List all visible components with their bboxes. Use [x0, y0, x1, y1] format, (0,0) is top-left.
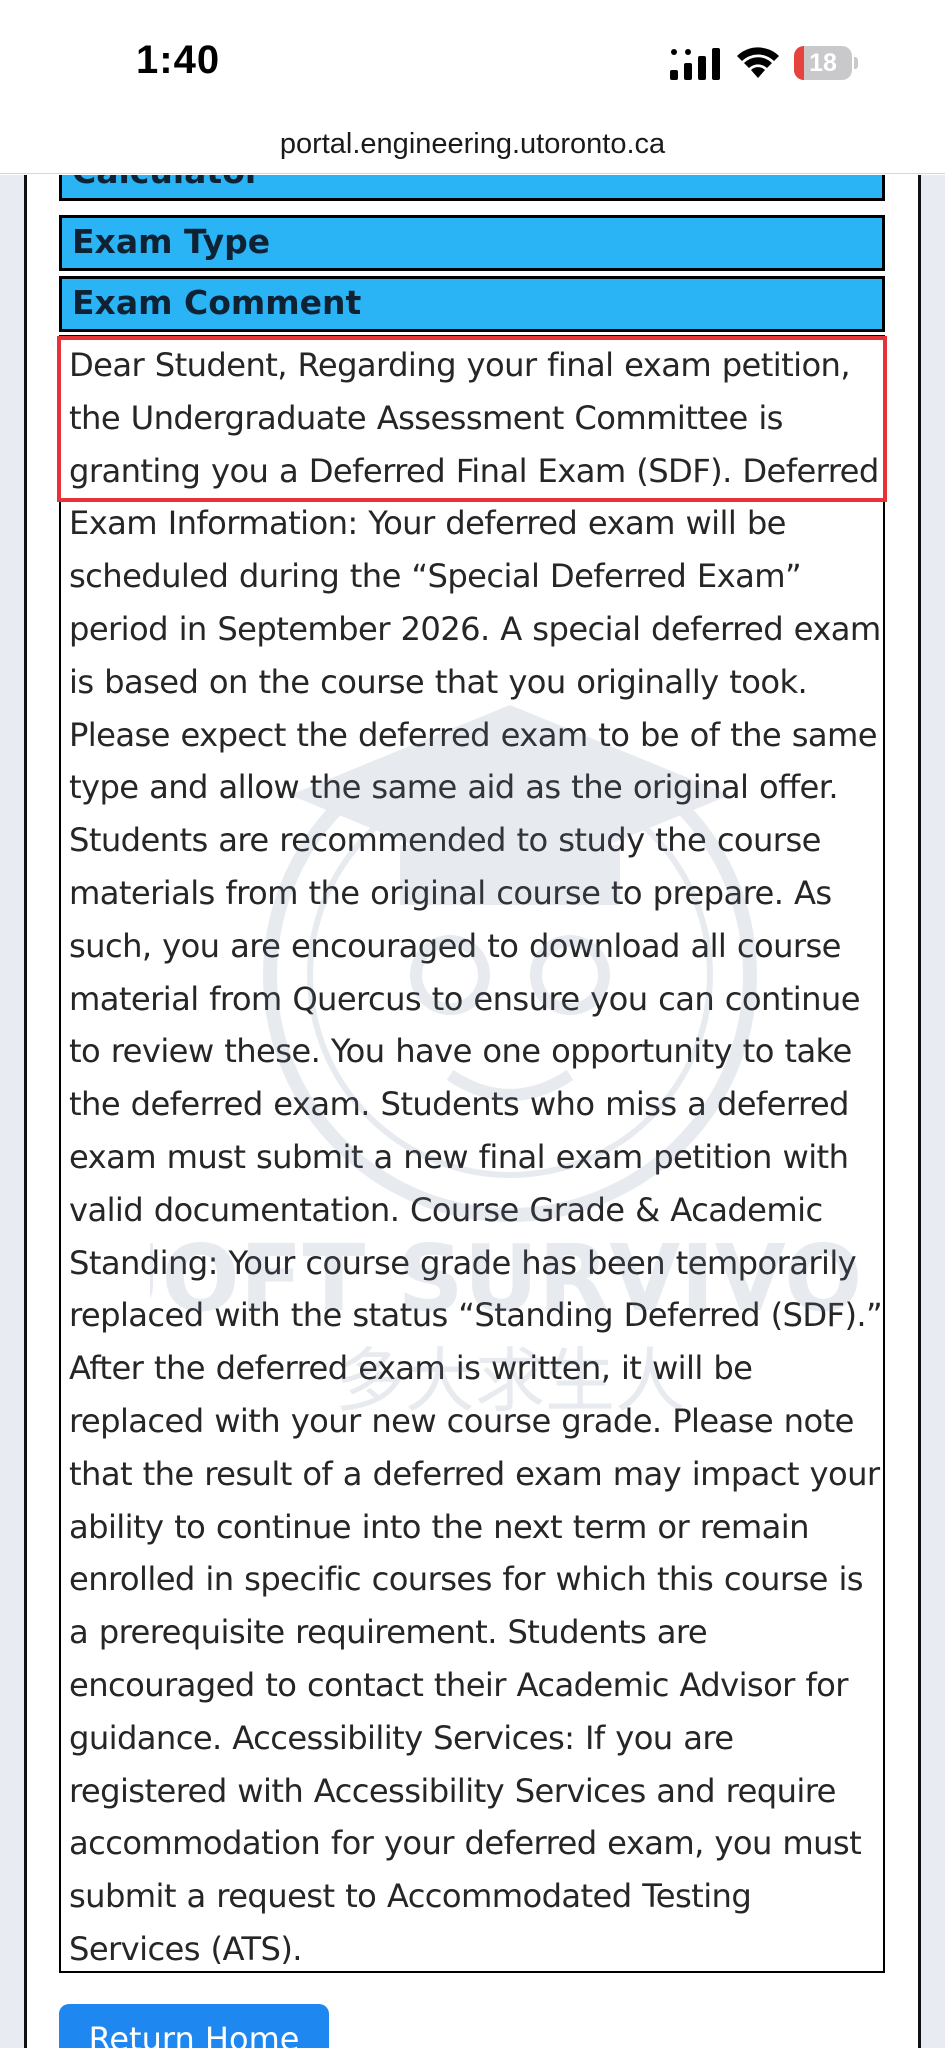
wifi-icon — [737, 47, 779, 78]
return-home-button[interactable]: Return Home — [59, 2004, 329, 2048]
battery-percentage: 18 — [809, 49, 837, 77]
exam-type-header: Exam Type — [59, 215, 885, 271]
calculator-header: Calculator — [59, 175, 885, 201]
exam-comment-text: Dear Student, Regarding your final exam … — [69, 346, 883, 1968]
signal-icon — [670, 48, 720, 80]
url-text: portal.engineering.utoronto.ca — [279, 128, 666, 160]
status-time: 1:40 — [136, 38, 221, 82]
status-bar: 1:40 18 — [0, 0, 945, 124]
exam-comment-header: Exam Comment — [59, 276, 885, 332]
battery-icon: 18 — [794, 46, 858, 80]
address-bar[interactable]: portal.engineering.utoronto.ca — [0, 124, 945, 174]
page-content[interactable]: Calculator Exam Type Exam Comment Dear S… — [0, 175, 945, 2048]
